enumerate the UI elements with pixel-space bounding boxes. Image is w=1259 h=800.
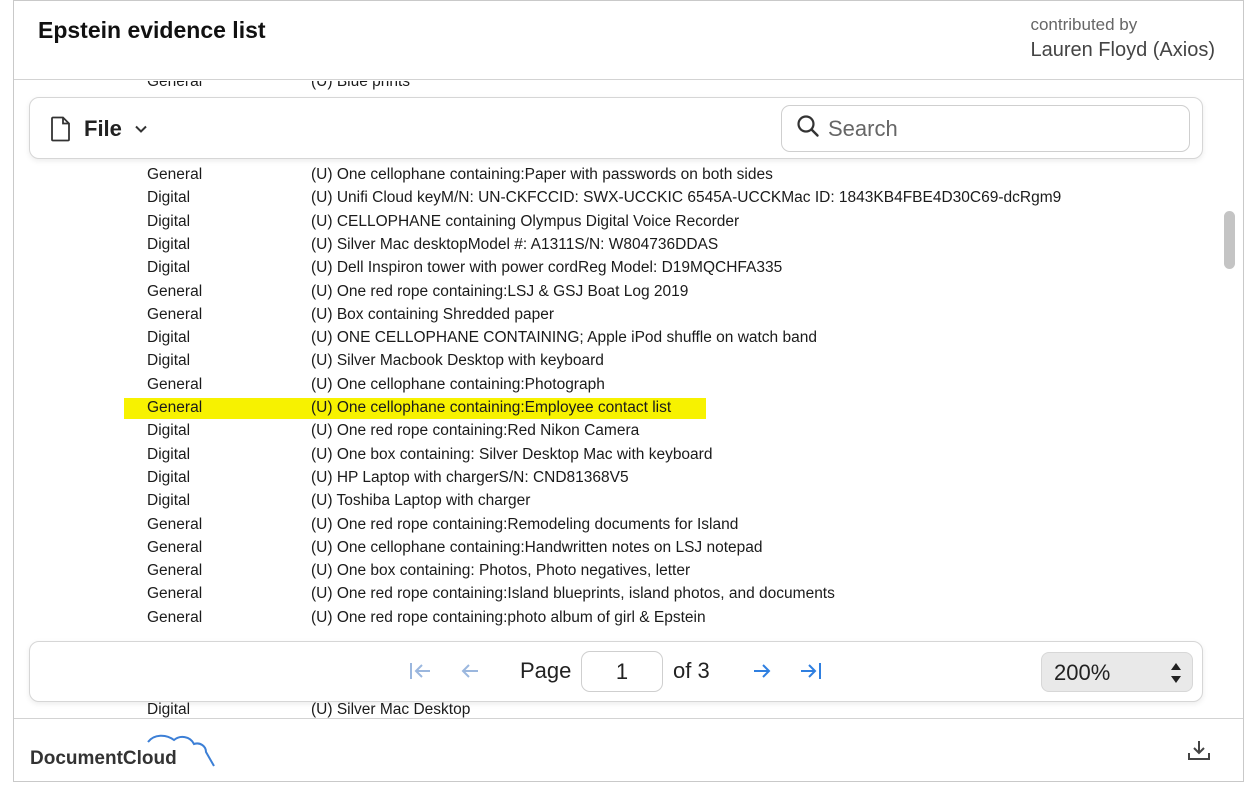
- item-category: General: [147, 305, 203, 323]
- item-description: (U) One cellophane containing:Employee c…: [311, 399, 672, 416]
- header: Epstein evidence list contributed by Lau…: [14, 1, 1243, 80]
- item-description: (U) One cellophane containing:Photograph: [311, 375, 605, 393]
- last-page-icon[interactable]: [798, 659, 824, 688]
- item-description: (U) CELLOPHANE containing Olympus Digita…: [311, 212, 740, 230]
- item-description: (U) One red rope containing:photo album …: [311, 608, 706, 626]
- updown-arrows-icon: [1170, 660, 1182, 691]
- search-field[interactable]: [781, 105, 1190, 152]
- item-category: General: [147, 562, 203, 580]
- top-toolbar: File: [29, 97, 1203, 159]
- item-description: (U) One cellophane containing:Paper with…: [311, 166, 773, 183]
- download-icon[interactable]: [1187, 739, 1211, 766]
- documentcloud-logo[interactable]: DocumentCloud: [30, 732, 230, 772]
- item-category: Digital: [147, 329, 191, 347]
- item-category: Digital: [147, 468, 191, 486]
- contributor-name[interactable]: Lauren Floyd (Axios): [1030, 39, 1215, 62]
- item-description: (U) One box containing: Silver Desktop M…: [311, 445, 713, 463]
- item-description: (U) Silver Mac desktopModel #: A1311S/N:…: [311, 235, 719, 253]
- item-description: (U) Unifi Cloud keyM/N: UN-CKFCCID: SWX-…: [311, 189, 1062, 207]
- contributed-by-label: contributed by: [1030, 15, 1138, 34]
- zoom-value: 200%: [1054, 660, 1111, 685]
- item-category: General: [147, 585, 203, 603]
- item-category: Digital: [147, 422, 191, 440]
- file-menu-button[interactable]: File: [50, 111, 148, 147]
- cloud-icon: [130, 732, 226, 773]
- page-total-label: of 3: [673, 658, 710, 683]
- first-page-icon[interactable]: [408, 659, 434, 688]
- item-category: General: [147, 282, 203, 300]
- item-category: Digital: [147, 212, 191, 230]
- scrollbar[interactable]: [1223, 81, 1237, 718]
- item-description: (U) One red rope containing:Island bluep…: [311, 585, 835, 603]
- scrollbar-thumb[interactable]: [1224, 211, 1235, 269]
- item-category: General: [147, 399, 203, 416]
- item-description: (U) One red rope containing:LSJ & GSJ Bo…: [311, 282, 689, 300]
- item-description: (U) Toshiba Laptop with charger: [311, 492, 531, 510]
- previous-page-icon[interactable]: [458, 659, 482, 688]
- item-category: Digital: [147, 235, 191, 253]
- item-category: Digital: [147, 492, 191, 510]
- item-category: Digital: [147, 189, 191, 207]
- item-category: Digital: [147, 352, 191, 370]
- search-icon: [796, 114, 820, 143]
- document-embed: Epstein evidence list contributed by Lau…: [13, 0, 1244, 782]
- item-category: General: [147, 166, 203, 183]
- zoom-select[interactable]: 200%: [1041, 652, 1193, 692]
- page-label: Page: [520, 658, 572, 683]
- page-number-input[interactable]: [581, 651, 663, 692]
- item-description: (U) ONE CELLOPHANE CONTAINING; Apple iPo…: [311, 329, 817, 347]
- item-description: (U) One red rope containing:Red Nikon Ca…: [311, 422, 640, 440]
- document-title: Epstein evidence list: [38, 17, 266, 43]
- item-category: General: [147, 375, 203, 393]
- item-description: (U) HP Laptop with chargerS/N: CND81368V…: [311, 468, 629, 486]
- item-category: Digital: [147, 259, 191, 277]
- item-description: (U) Blue prints: [311, 81, 411, 90]
- file-label: File: [84, 116, 122, 141]
- item-description: (U) One box containing: Photos, Photo ne…: [311, 562, 691, 580]
- footer: DocumentCloud: [14, 718, 1243, 781]
- item-description: (U) Silver Macbook Desktop with keyboard: [311, 352, 604, 370]
- pagination-bar: Page of 3 200%: [29, 641, 1203, 702]
- item-category: General: [147, 81, 203, 90]
- item-description: (U) Dell Inspiron tower with power cordR…: [311, 259, 783, 277]
- item-category: General: [147, 538, 203, 556]
- file-icon: [50, 116, 72, 142]
- chevron-down-icon: [134, 124, 148, 134]
- contributor-block: contributed by Lauren Floyd (Axios): [1030, 15, 1215, 62]
- item-description: (U) One cellophane containing:Handwritte…: [311, 538, 763, 556]
- search-input[interactable]: [828, 115, 1168, 142]
- item-description: (U) One red rope containing:Remodeling d…: [311, 515, 739, 533]
- document-viewer[interactable]: General (U) Blue prints Digital (U) Silv…: [14, 81, 1243, 718]
- item-category: General: [147, 608, 203, 626]
- item-description: (U) Box containing Shredded paper: [311, 305, 554, 323]
- item-category: Digital: [147, 445, 191, 463]
- item-category: General: [147, 515, 203, 533]
- next-page-icon[interactable]: [750, 659, 774, 688]
